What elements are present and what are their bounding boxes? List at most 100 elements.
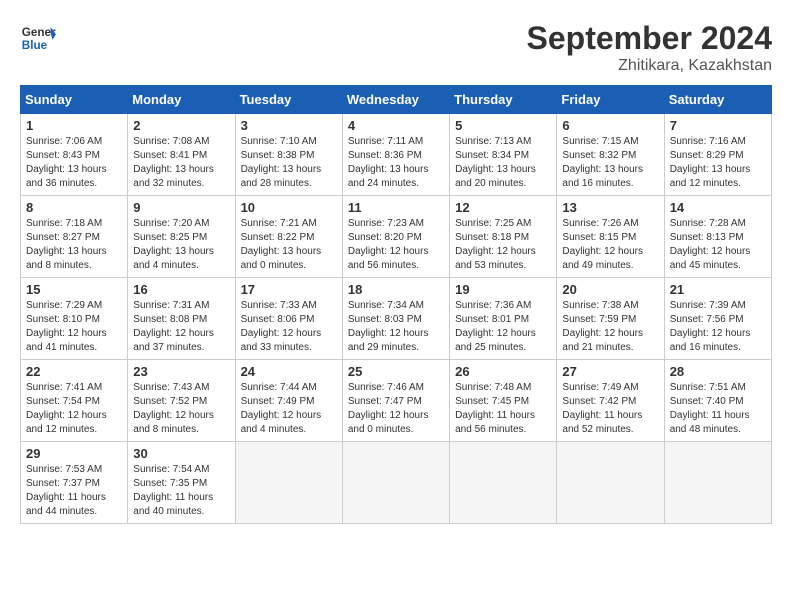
calendar-cell: 11Sunrise: 7:23 AM Sunset: 8:20 PM Dayli…	[342, 196, 449, 278]
cell-content: Sunrise: 7:44 AM Sunset: 7:49 PM Dayligh…	[241, 381, 337, 437]
cell-content: Sunrise: 7:25 AM Sunset: 8:18 PM Dayligh…	[455, 217, 551, 273]
calendar-cell	[450, 442, 557, 524]
cell-content: Sunrise: 7:33 AM Sunset: 8:06 PM Dayligh…	[241, 299, 337, 355]
day-number: 20	[562, 282, 658, 297]
logo-icon: General Blue	[20, 20, 56, 56]
cell-content: Sunrise: 7:06 AM Sunset: 8:43 PM Dayligh…	[26, 135, 122, 191]
cell-content: Sunrise: 7:54 AM Sunset: 7:35 PM Dayligh…	[133, 463, 229, 519]
day-number: 27	[562, 364, 658, 379]
cell-content: Sunrise: 7:21 AM Sunset: 8:22 PM Dayligh…	[241, 217, 337, 273]
day-number: 30	[133, 446, 229, 461]
calendar-week-row: 1 Sunrise: 7:06 AM Sunset: 8:43 PM Daylig…	[21, 114, 772, 196]
cell-content: Sunrise: 7:26 AM Sunset: 8:15 PM Dayligh…	[562, 217, 658, 273]
cell-content: Sunrise: 7:20 AM Sunset: 8:25 PM Dayligh…	[133, 217, 229, 273]
day-of-week-header: Sunday	[21, 86, 128, 114]
day-number: 21	[670, 282, 766, 297]
day-number: 19	[455, 282, 551, 297]
day-of-week-header: Thursday	[450, 86, 557, 114]
cell-content: Sunrise: 7:36 AM Sunset: 8:01 PM Dayligh…	[455, 299, 551, 355]
day-of-week-header: Monday	[128, 86, 235, 114]
cell-content: Sunrise: 7:38 AM Sunset: 7:59 PM Dayligh…	[562, 299, 658, 355]
cell-content: Sunrise: 7:34 AM Sunset: 8:03 PM Dayligh…	[348, 299, 444, 355]
day-number: 22	[26, 364, 122, 379]
cell-content: Sunrise: 7:53 AM Sunset: 7:37 PM Dayligh…	[26, 463, 122, 519]
cell-content: Sunrise: 7:23 AM Sunset: 8:20 PM Dayligh…	[348, 217, 444, 273]
day-of-week-header: Friday	[557, 86, 664, 114]
day-number: 28	[670, 364, 766, 379]
month-title: September 2024	[527, 20, 772, 57]
calendar-cell: 15 Sunrise: 7:29 AM Sunset: 8:10 PM Dayli…	[21, 278, 128, 360]
cell-content: Sunrise: 7:28 AM Sunset: 8:13 PM Dayligh…	[670, 217, 766, 273]
day-number: 15	[26, 282, 122, 297]
cell-content: Sunrise: 7:48 AM Sunset: 7:45 PM Dayligh…	[455, 381, 551, 437]
cell-content: Sunrise: 7:39 AM Sunset: 7:56 PM Dayligh…	[670, 299, 766, 355]
calendar-cell	[342, 442, 449, 524]
day-number: 25	[348, 364, 444, 379]
calendar-cell	[557, 442, 664, 524]
day-number: 1	[26, 118, 122, 133]
day-number: 16	[133, 282, 229, 297]
day-of-week-header: Wednesday	[342, 86, 449, 114]
calendar-cell	[235, 442, 342, 524]
calendar-cell: 3 Sunrise: 7:10 AM Sunset: 8:38 PM Daylig…	[235, 114, 342, 196]
calendar-cell: 27 Sunrise: 7:49 AM Sunset: 7:42 PM Dayli…	[557, 360, 664, 442]
day-number: 4	[348, 118, 444, 133]
day-number: 2	[133, 118, 229, 133]
cell-content: Sunrise: 7:15 AM Sunset: 8:32 PM Dayligh…	[562, 135, 658, 191]
day-number: 7	[670, 118, 766, 133]
day-of-week-header: Tuesday	[235, 86, 342, 114]
calendar-table: SundayMondayTuesdayWednesdayThursdayFrid…	[20, 85, 772, 524]
day-of-week-header: Saturday	[664, 86, 771, 114]
calendar-cell: 13 Sunrise: 7:26 AM Sunset: 8:15 PM Dayli…	[557, 196, 664, 278]
calendar-cell: 9 Sunrise: 7:20 AM Sunset: 8:25 PM Daylig…	[128, 196, 235, 278]
calendar-cell: 5 Sunrise: 7:13 AM Sunset: 8:34 PM Daylig…	[450, 114, 557, 196]
calendar-cell: 20 Sunrise: 7:38 AM Sunset: 7:59 PM Dayli…	[557, 278, 664, 360]
cell-content: Sunrise: 7:43 AM Sunset: 7:52 PM Dayligh…	[133, 381, 229, 437]
day-number: 12	[455, 200, 551, 215]
day-number: 3	[241, 118, 337, 133]
calendar-cell: 23Sunrise: 7:43 AM Sunset: 7:52 PM Dayli…	[128, 360, 235, 442]
cell-content: Sunrise: 7:13 AM Sunset: 8:34 PM Dayligh…	[455, 135, 551, 191]
logo: General Blue	[20, 20, 56, 56]
day-number: 5	[455, 118, 551, 133]
day-number: 26	[455, 364, 551, 379]
cell-content: Sunrise: 7:46 AM Sunset: 7:47 PM Dayligh…	[348, 381, 444, 437]
calendar-header-row: SundayMondayTuesdayWednesdayThursdayFrid…	[21, 86, 772, 114]
calendar-week-row: 15 Sunrise: 7:29 AM Sunset: 8:10 PM Dayli…	[21, 278, 772, 360]
cell-content: Sunrise: 7:16 AM Sunset: 8:29 PM Dayligh…	[670, 135, 766, 191]
day-number: 24	[241, 364, 337, 379]
location-subtitle: Zhitikara, Kazakhstan	[527, 57, 772, 75]
day-number: 9	[133, 200, 229, 215]
day-number: 17	[241, 282, 337, 297]
cell-content: Sunrise: 7:10 AM Sunset: 8:38 PM Dayligh…	[241, 135, 337, 191]
calendar-cell: 26 Sunrise: 7:48 AM Sunset: 7:45 PM Dayli…	[450, 360, 557, 442]
calendar-cell: 29 Sunrise: 7:53 AM Sunset: 7:37 PM Dayli…	[21, 442, 128, 524]
cell-content: Sunrise: 7:31 AM Sunset: 8:08 PM Dayligh…	[133, 299, 229, 355]
svg-text:Blue: Blue	[22, 39, 48, 52]
calendar-cell: 28Sunrise: 7:51 AM Sunset: 7:40 PM Dayli…	[664, 360, 771, 442]
cell-content: Sunrise: 7:29 AM Sunset: 8:10 PM Dayligh…	[26, 299, 122, 355]
calendar-cell: 17 Sunrise: 7:33 AM Sunset: 8:06 PM Dayli…	[235, 278, 342, 360]
cell-content: Sunrise: 7:08 AM Sunset: 8:41 PM Dayligh…	[133, 135, 229, 191]
calendar-cell: 19 Sunrise: 7:36 AM Sunset: 8:01 PM Dayli…	[450, 278, 557, 360]
cell-content: Sunrise: 7:49 AM Sunset: 7:42 PM Dayligh…	[562, 381, 658, 437]
calendar-cell: 24 Sunrise: 7:44 AM Sunset: 7:49 PM Dayli…	[235, 360, 342, 442]
day-number: 8	[26, 200, 122, 215]
day-number: 10	[241, 200, 337, 215]
calendar-cell: 16 Sunrise: 7:31 AM Sunset: 8:08 PM Dayli…	[128, 278, 235, 360]
calendar-cell	[664, 442, 771, 524]
day-number: 6	[562, 118, 658, 133]
cell-content: Sunrise: 7:18 AM Sunset: 8:27 PM Dayligh…	[26, 217, 122, 273]
calendar-week-row: 29 Sunrise: 7:53 AM Sunset: 7:37 PM Dayli…	[21, 442, 772, 524]
calendar-cell: 12 Sunrise: 7:25 AM Sunset: 8:18 PM Dayli…	[450, 196, 557, 278]
day-number: 13	[562, 200, 658, 215]
calendar-week-row: 22 Sunrise: 7:41 AM Sunset: 7:54 PM Dayli…	[21, 360, 772, 442]
cell-content: Sunrise: 7:41 AM Sunset: 7:54 PM Dayligh…	[26, 381, 122, 437]
calendar-cell: 7 Sunrise: 7:16 AM Sunset: 8:29 PM Daylig…	[664, 114, 771, 196]
calendar-cell: 14Sunrise: 7:28 AM Sunset: 8:13 PM Dayli…	[664, 196, 771, 278]
calendar-cell: 30 Sunrise: 7:54 AM Sunset: 7:35 PM Dayli…	[128, 442, 235, 524]
calendar-cell: 18Sunrise: 7:34 AM Sunset: 8:03 PM Dayli…	[342, 278, 449, 360]
day-number: 29	[26, 446, 122, 461]
calendar-cell: 8 Sunrise: 7:18 AM Sunset: 8:27 PM Daylig…	[21, 196, 128, 278]
calendar-cell: 4Sunrise: 7:11 AM Sunset: 8:36 PM Daylig…	[342, 114, 449, 196]
